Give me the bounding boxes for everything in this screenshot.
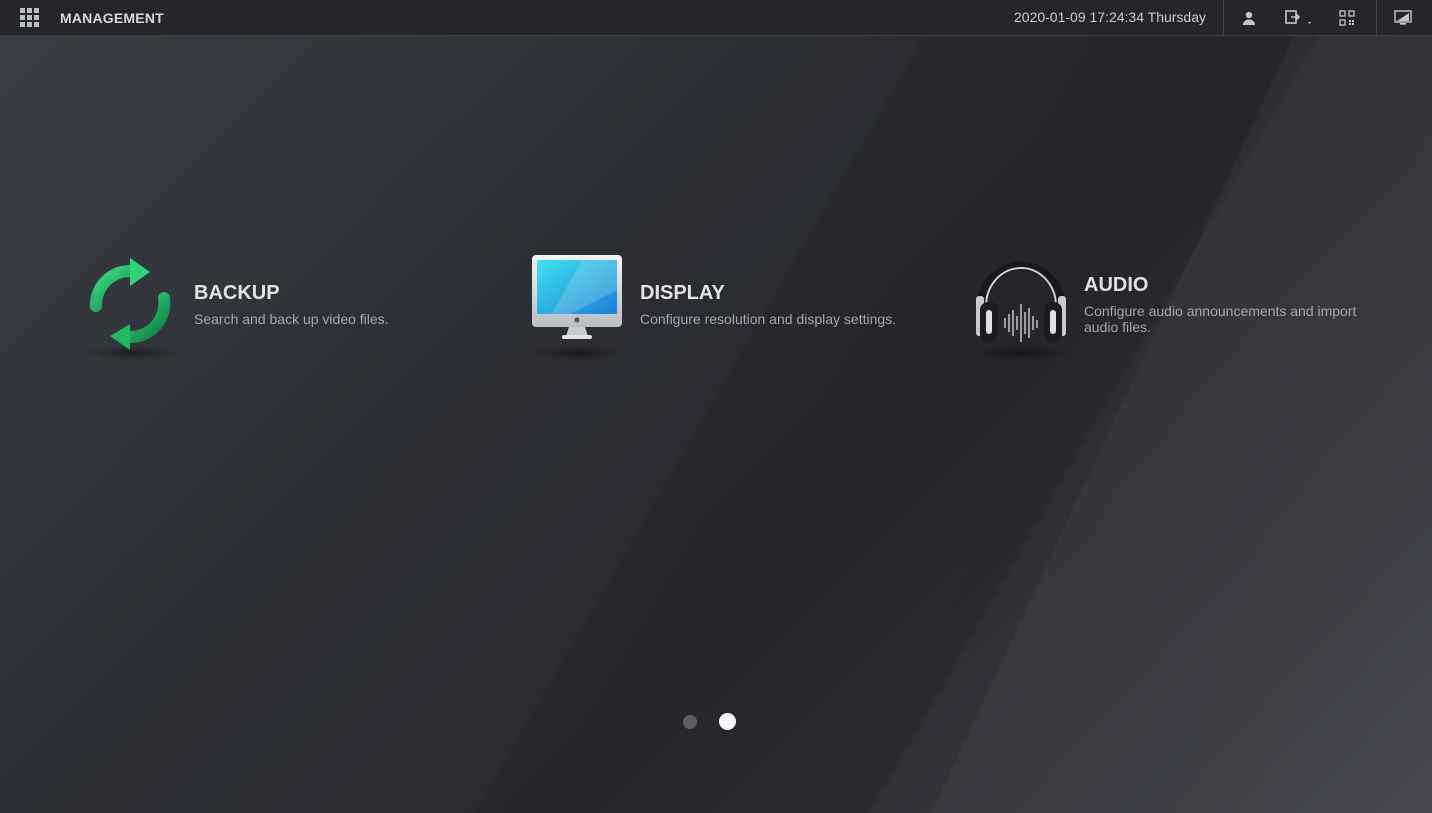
qr-code-icon[interactable] — [1335, 6, 1359, 30]
display-switch-icon[interactable] — [1391, 6, 1415, 30]
tile-description: Configure resolution and display setting… — [640, 311, 897, 327]
tile-title: AUDIO — [1084, 274, 1149, 296]
background — [0, 36, 1432, 813]
page-title: MANAGEMENT — [60, 10, 164, 26]
tile-title: DISPLAY — [640, 282, 725, 304]
tile-display[interactable]: DISPLAY Configure resolution and display… — [522, 250, 896, 360]
divider — [1376, 0, 1377, 36]
grid-menu-icon[interactable] — [20, 8, 40, 28]
pagination — [683, 713, 736, 730]
monitor-icon — [522, 250, 632, 360]
page-dot-1[interactable] — [683, 714, 697, 729]
tile-audio[interactable]: AUDIO Configure audio announcements and … — [966, 250, 1374, 360]
tile-description: Configure audio announcements and import… — [1084, 303, 1357, 335]
tile-backup[interactable]: BACKUP Search and back up video files. — [76, 250, 389, 360]
divider — [1223, 0, 1224, 36]
background-band — [0, 36, 1432, 813]
backup-sync-icon — [76, 250, 186, 360]
headphones-icon — [966, 250, 1076, 360]
top-bar: MANAGEMENT 2020-01-09 17:24:34 Thursday — [0, 0, 1432, 36]
tile-title: BACKUP — [194, 282, 280, 304]
logout-icon[interactable] — [1282, 6, 1316, 30]
user-icon[interactable] — [1237, 6, 1261, 30]
tile-description: Search and back up video files. — [194, 311, 389, 327]
page-dot-2[interactable] — [719, 713, 736, 730]
datetime-display: 2020-01-09 17:24:34 Thursday — [1014, 9, 1206, 25]
